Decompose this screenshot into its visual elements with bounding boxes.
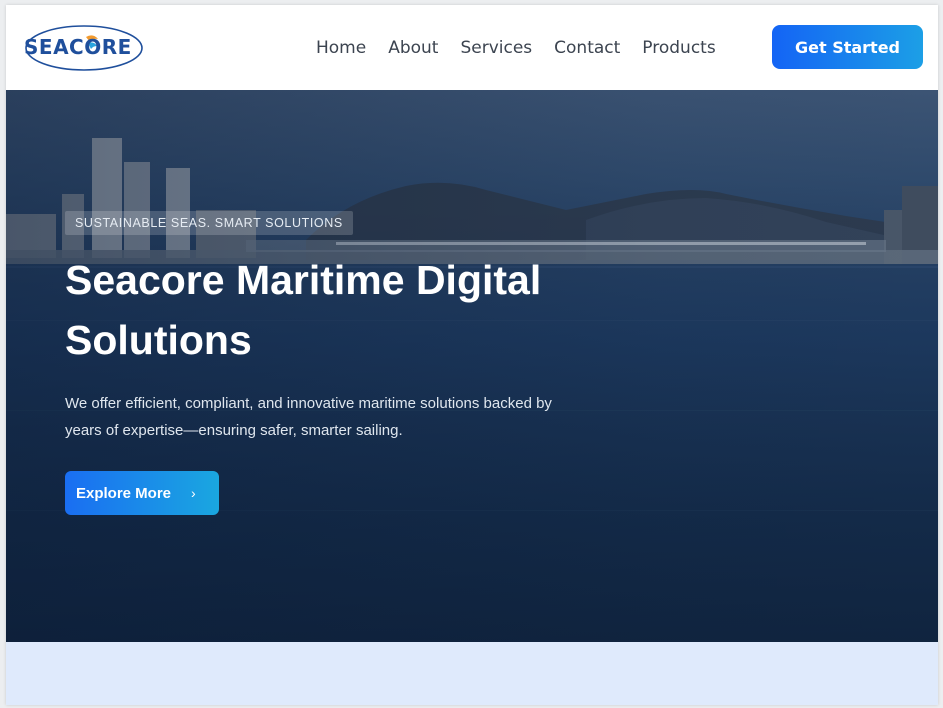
explore-more-button[interactable]: Explore More ›: [65, 471, 219, 515]
nav-link-contact[interactable]: Contact: [554, 38, 620, 58]
nav-link-services[interactable]: Services: [460, 38, 532, 58]
logo-text: SEACORE: [24, 35, 132, 59]
next-section: [6, 642, 938, 705]
hero-tagline: SUSTAINABLE SEAS. SMART SOLUTIONS: [65, 211, 353, 235]
nav-link-products[interactable]: Products: [642, 38, 715, 58]
hero-subtitle: We offer efficient, compliant, and innov…: [65, 395, 552, 439]
browser-page: SEACORE Home About Services Contact Prod…: [6, 5, 938, 705]
chevron-right-icon: ›: [191, 485, 196, 501]
main-nav: Home About Services Contact Products: [316, 5, 738, 90]
nav-link-home[interactable]: Home: [316, 38, 366, 58]
navbar: SEACORE Home About Services Contact Prod…: [6, 5, 938, 90]
seacore-logo[interactable]: SEACORE: [22, 21, 146, 73]
hero-title: Seacore Maritime Digital Solutions: [65, 257, 542, 363]
nav-link-about[interactable]: About: [388, 38, 438, 58]
hero-section: SUSTAINABLE SEAS. SMART SOLUTIONS Seacor…: [6, 90, 938, 642]
explore-more-label: Explore More: [76, 484, 172, 502]
get-started-button[interactable]: Get Started: [772, 25, 923, 69]
